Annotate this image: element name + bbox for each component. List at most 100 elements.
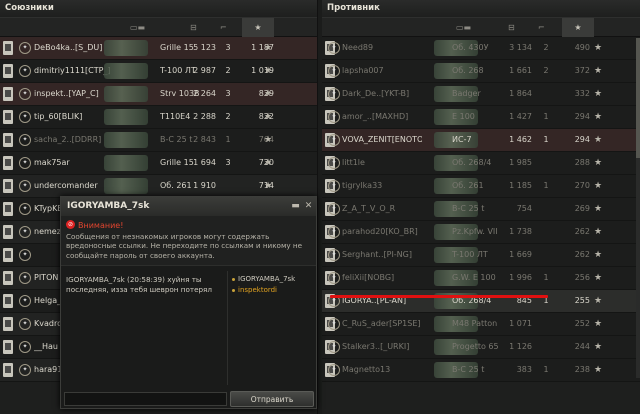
clan-emblem-icon bbox=[3, 202, 13, 216]
warning-text: Сообщения от незнакомых игроков могут со… bbox=[66, 232, 303, 260]
player-row[interactable]: ✦ sacha_2..[DDRR] B-C 25 t2 843 1 764 ★ bbox=[0, 129, 317, 152]
member-item[interactable]: IGORYAMBA_7sk bbox=[232, 274, 309, 285]
battle-points: 252 bbox=[574, 319, 590, 328]
star-icon: ★ bbox=[594, 181, 603, 191]
star-icon: ★ bbox=[594, 365, 603, 375]
tank-icon bbox=[104, 109, 148, 125]
enemies-title: Противник bbox=[322, 0, 640, 17]
tank-icon bbox=[104, 178, 148, 194]
battle-points: 332 bbox=[574, 89, 590, 98]
rank-badge-icon: ✦ bbox=[19, 203, 31, 215]
frags-header-icon[interactable]: ⌐ bbox=[538, 23, 545, 32]
chat-input[interactable] bbox=[64, 392, 227, 406]
frag-count: 2 bbox=[225, 112, 231, 121]
enemies-panel: Противник ▭▬ ⊟ ⌐ ★ ✦ Need89 Об. 430У 3 134 2… bbox=[322, 0, 640, 414]
points-star-icon[interactable]: ★ bbox=[562, 18, 594, 37]
clan-emblem-icon bbox=[3, 41, 13, 55]
frag-count: 3 bbox=[225, 158, 231, 167]
player-row[interactable]: ✦ parahod20[KO_BR] Pz.Kpfw. VII 1 738 262 ★ bbox=[322, 221, 640, 244]
rank-badge-icon: ✦ bbox=[19, 157, 31, 169]
player-rating: 1 694 bbox=[193, 158, 216, 167]
star-icon: ★ bbox=[264, 89, 273, 99]
rank-badge-icon: ✦ bbox=[328, 341, 340, 353]
clan-emblem-icon bbox=[3, 363, 13, 377]
player-row[interactable]: ✦ litt1le Об. 268/4 1 985 288 ★ bbox=[322, 152, 640, 175]
player-row[interactable]: ✦ Need89 Об. 430У 3 134 2 490 ★ bbox=[322, 37, 640, 60]
rank-badge-icon: ✦ bbox=[19, 180, 31, 192]
battle-points: 269 bbox=[574, 204, 590, 213]
battle-points: 372 bbox=[574, 66, 590, 75]
player-row[interactable]: ✦ Dark_De..[YKT-B] Badger 1 864 332 ★ bbox=[322, 83, 640, 106]
vehicle-header-icon[interactable]: ▭▬ bbox=[456, 23, 471, 32]
player-name: Z_A_T_V_O_R bbox=[342, 204, 396, 213]
player-row[interactable]: ✦ tip_60[BLIK] T110E4 2 288 2 822 ★ bbox=[0, 106, 317, 129]
battle-points: 238 bbox=[574, 365, 590, 374]
tank-icon bbox=[104, 40, 148, 56]
player-row[interactable]: ✦ undercomander Об. 261 1 910 714 ★ bbox=[0, 175, 317, 198]
star-icon: ★ bbox=[264, 43, 273, 53]
player-name: Serghant..[PI-NG] bbox=[342, 250, 412, 259]
player-row[interactable]: ✦ feliXii[NOBG] G.W. E 100 1 996 1 256 ★ bbox=[322, 267, 640, 290]
vehicle-header-icon[interactable]: ▭▬ bbox=[130, 23, 145, 32]
player-row[interactable]: ✦ IGORYA..[PL-AN] Об. 268/4 845 1 255 ★ bbox=[322, 290, 640, 313]
player-row[interactable]: ✦ Magnetto13 B-C 25 t 383 1 238 ★ bbox=[322, 359, 640, 382]
tank-icon bbox=[104, 132, 148, 148]
player-rating: 1 985 bbox=[509, 158, 532, 167]
close-icon[interactable]: ✕ bbox=[303, 201, 314, 211]
rank-badge-icon: ✦ bbox=[19, 226, 31, 238]
player-name: amor_..[MAXHD] bbox=[342, 112, 409, 121]
rank-badge-icon: ✦ bbox=[328, 134, 340, 146]
frag-count bbox=[540, 152, 552, 174]
player-row[interactable]: ✦ lapsha007 Об. 268 1 661 2 372 ★ bbox=[322, 60, 640, 83]
player-row[interactable]: ✦ C_RuS_ader[SP1SE] M48 Patton 1 071 252 ★ bbox=[322, 313, 640, 336]
frags-header-icon[interactable]: ⌐ bbox=[220, 23, 227, 32]
player-name: parahod20[KO_BR] bbox=[342, 227, 418, 236]
rank-badge-icon: ✦ bbox=[328, 203, 340, 215]
rating-header-icon[interactable]: ⊟ bbox=[190, 23, 197, 32]
player-row[interactable]: ✦ dimitriy1111[CTP_] T-100 ЛТ 2 987 2 1 019 ★ bbox=[0, 60, 317, 83]
rank-badge-icon: ✦ bbox=[19, 134, 31, 146]
member-item[interactable]: inspektordi bbox=[232, 285, 309, 296]
enemies-list: ✦ Need89 Об. 430У 3 134 2 490 ★ ✦ lapsha007 Об. 2… bbox=[322, 37, 640, 382]
clan-emblem-icon bbox=[3, 340, 13, 354]
rank-badge-icon: ✦ bbox=[19, 318, 31, 330]
player-name: litt1le bbox=[342, 158, 365, 167]
frag-count bbox=[540, 244, 552, 266]
clan-emblem-icon bbox=[3, 225, 13, 239]
enemies-scrollbar[interactable] bbox=[636, 38, 640, 378]
battle-points: 244 bbox=[574, 342, 590, 351]
minimize-icon[interactable]: ▬ bbox=[290, 201, 301, 211]
members-list: IGORYAMBA_7sk inspektordi bbox=[227, 271, 313, 385]
star-icon: ★ bbox=[594, 89, 603, 99]
player-row[interactable]: ✦ mak75ar Grille 15 1 694 3 720 ★ bbox=[0, 152, 317, 175]
scrollbar-thumb[interactable] bbox=[636, 38, 640, 158]
points-star-icon[interactable]: ★ bbox=[242, 18, 274, 37]
player-row[interactable]: ✦ tigrylka33 Об. 261 1 185 1 270 ★ bbox=[322, 175, 640, 198]
rank-badge-icon: ✦ bbox=[328, 180, 340, 192]
frag-count: 3 bbox=[225, 89, 231, 98]
player-row[interactable]: ✦ DeBo4ka..[S_DU] Grille 15 5 123 3 1 187 ★ bbox=[0, 37, 317, 60]
battle-points: 294 bbox=[574, 135, 590, 144]
player-row[interactable]: ✦ amor_..[MAXHD] E 100 1 427 1 294 ★ bbox=[322, 106, 640, 129]
battle-points: 262 bbox=[574, 250, 590, 259]
battle-points: 256 bbox=[574, 273, 590, 282]
star-icon: ★ bbox=[264, 158, 273, 168]
star-icon: ★ bbox=[594, 273, 603, 283]
frag-count: 1 bbox=[543, 181, 549, 190]
player-rating: 1 910 bbox=[193, 181, 216, 190]
rank-badge-icon: ✦ bbox=[328, 272, 340, 284]
clan-emblem-icon bbox=[3, 317, 13, 331]
star-icon: ★ bbox=[594, 204, 603, 214]
player-row[interactable]: ✦ VOVA_ZENIT[ENOTO] ИС-7 1 462 1 294 ★ bbox=[322, 129, 640, 152]
player-rating: 1 661 bbox=[509, 66, 532, 75]
player-row[interactable]: ✦ Stalker3..[_URKI] Progetto 65 1 126 244 ★ bbox=[322, 336, 640, 359]
rating-header-icon[interactable]: ⊟ bbox=[508, 23, 515, 32]
player-row[interactable]: ✦ Z_A_T_V_O_R B-C 25 t 754 269 ★ bbox=[322, 198, 640, 221]
star-icon: ★ bbox=[594, 342, 603, 352]
player-row[interactable]: ✦ Serghant..[PI-NG] T-100 ЛТ 1 669 262 ★ bbox=[322, 244, 640, 267]
player-row[interactable]: ✦ inspekt..[YAP_C] Strv 103B 2 264 3 829 ★ bbox=[0, 83, 317, 106]
player-rating: 2 264 bbox=[193, 89, 216, 98]
send-button[interactable]: Отправить bbox=[230, 391, 314, 407]
rank-badge-icon: ✦ bbox=[328, 249, 340, 261]
star-icon: ★ bbox=[594, 135, 603, 145]
